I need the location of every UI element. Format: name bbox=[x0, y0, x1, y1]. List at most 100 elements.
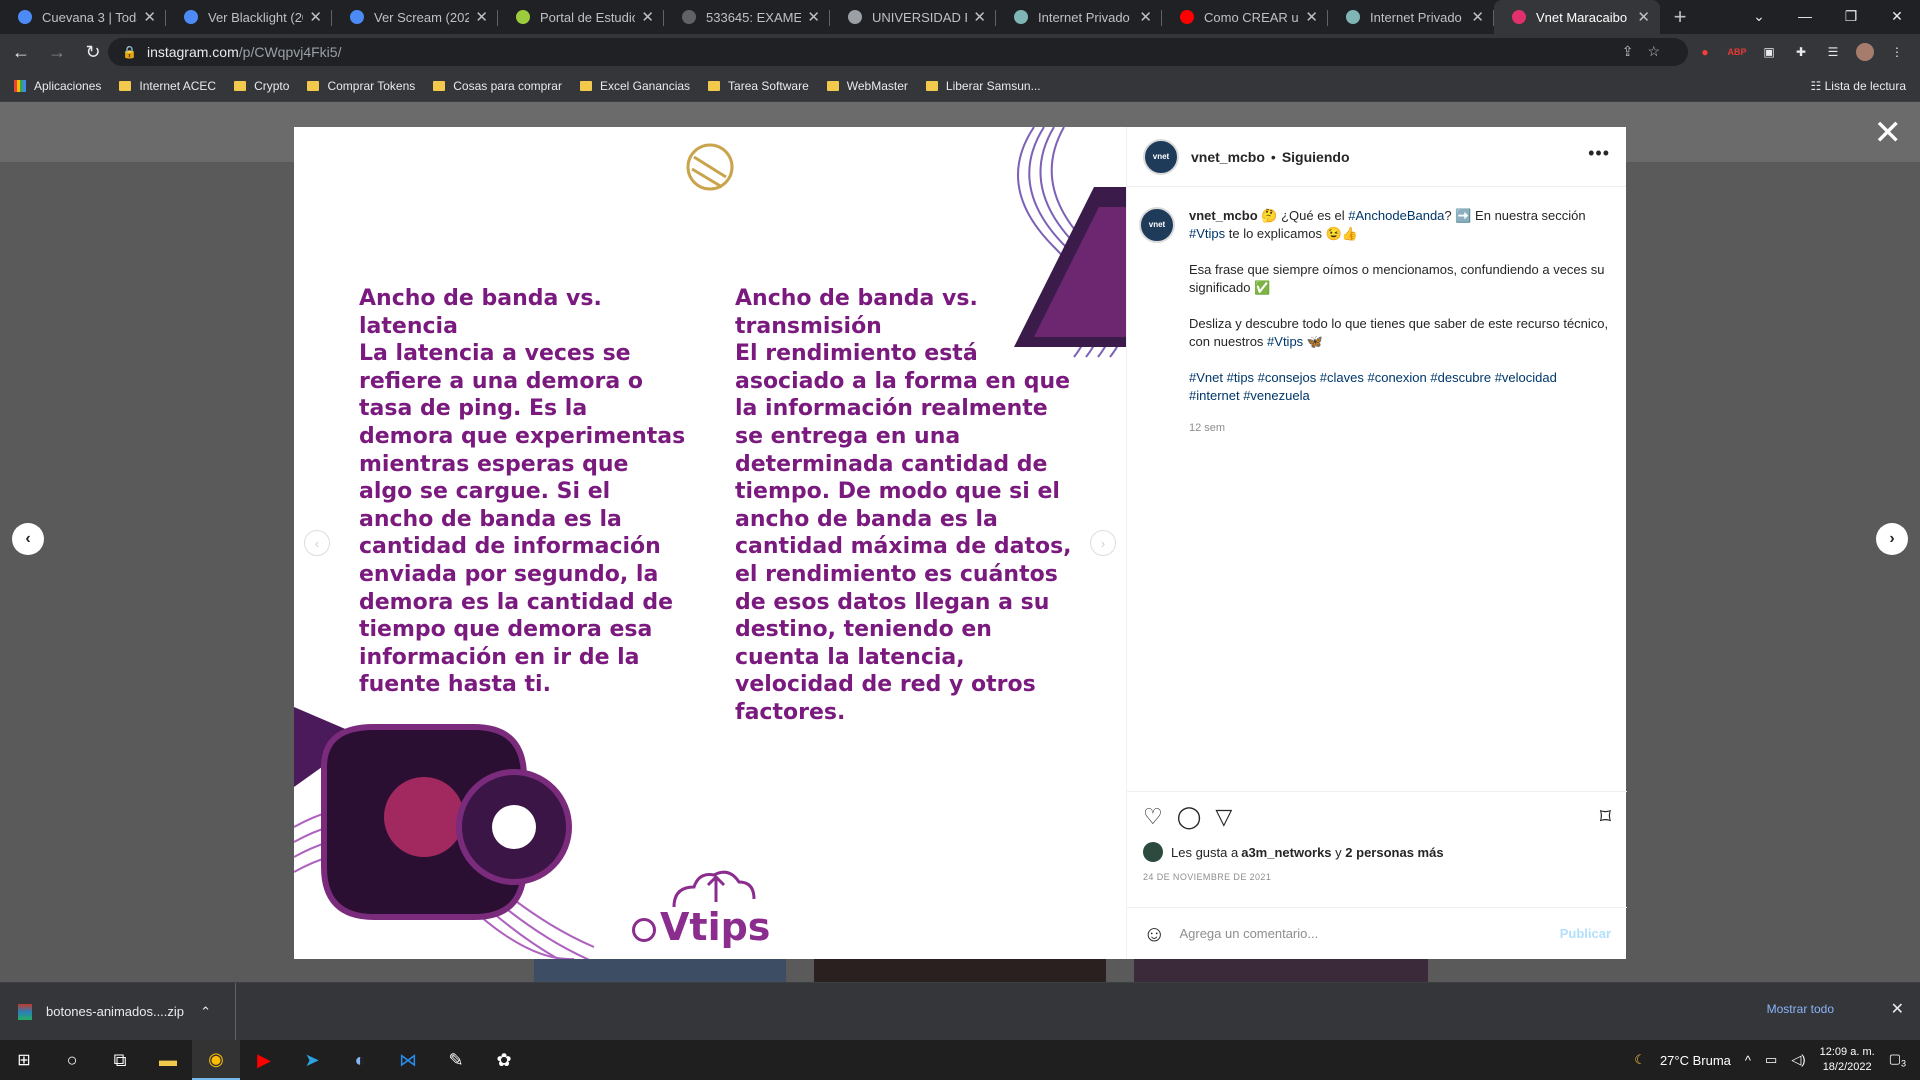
extension-gray-icon[interactable]: ▣ bbox=[1760, 43, 1778, 61]
paint-app-icon[interactable]: ✿ bbox=[480, 1040, 528, 1080]
hashtag-link[interactable]: #Vtips bbox=[1267, 334, 1303, 349]
chrome-icon[interactable]: ◉ bbox=[192, 1040, 240, 1080]
bookmark-item[interactable]: Cosas para comprar bbox=[433, 79, 562, 93]
hashtag-list[interactable]: #Vnet #tips #consejos #claves #conexion … bbox=[1189, 369, 1609, 405]
back-icon[interactable]: ← bbox=[6, 42, 36, 63]
bookmark-item[interactable]: Internet ACEC bbox=[119, 79, 216, 93]
browser-tab[interactable]: Vnet Maracaibo (@ ✕ bbox=[1494, 0, 1660, 34]
liker-username[interactable]: a3m_networks bbox=[1241, 845, 1331, 860]
browser-tab[interactable]: Cuevana 3 | Todas ✕ bbox=[0, 0, 166, 34]
pen-app-icon[interactable]: ✎ bbox=[432, 1040, 480, 1080]
emoji-icon[interactable]: ☺ bbox=[1143, 921, 1165, 947]
windows-start-icon[interactable]: ⊞ bbox=[0, 1040, 48, 1080]
show-all-link[interactable]: Mostrar todo bbox=[1767, 1002, 1834, 1016]
minimize-button[interactable]: — bbox=[1782, 0, 1828, 32]
avatar[interactable]: vnet bbox=[1143, 138, 1179, 175]
bookmark-item[interactable]: WebMaster bbox=[826, 79, 908, 93]
caption-paragraph: Esa frase que siempre oímos o mencionamo… bbox=[1189, 262, 1605, 295]
browser-tab[interactable]: Como CREAR un F ✕ bbox=[1162, 0, 1328, 34]
clock[interactable]: 12:09 a. m. 18/2/2022 bbox=[1820, 1045, 1875, 1075]
following-button[interactable]: Siguiendo bbox=[1282, 149, 1350, 165]
folder-icon bbox=[433, 80, 446, 91]
youtube-app-icon[interactable]: ▶ bbox=[240, 1040, 288, 1080]
notifications-icon[interactable]: ▢3 bbox=[1889, 1051, 1906, 1069]
browser-tab[interactable]: Internet Privado - / ✕ bbox=[1328, 0, 1494, 34]
chevron-up-icon[interactable]: ⌃ bbox=[200, 1004, 211, 1020]
close-download-bar-icon[interactable]: ✕ bbox=[1891, 999, 1904, 1019]
browser-tab[interactable]: Ver Scream (2022) ✕ bbox=[332, 0, 498, 34]
liker-avatar[interactable] bbox=[1143, 842, 1163, 862]
more-options-icon[interactable]: ••• bbox=[1588, 143, 1610, 164]
bookmark-item[interactable]: Tarea Software bbox=[708, 79, 809, 93]
hashtag-link[interactable]: #Vtips bbox=[1189, 226, 1225, 241]
tab-close-icon[interactable]: ✕ bbox=[143, 8, 156, 26]
extension-red-icon[interactable]: ● bbox=[1696, 43, 1714, 61]
caption-avatar[interactable]: vnet bbox=[1139, 207, 1175, 243]
bookmark-item[interactable]: Excel Ganancias bbox=[579, 79, 690, 93]
hashtag-link[interactable]: #AnchodeBanda bbox=[1348, 208, 1444, 223]
previous-post-arrow-icon[interactable]: ‹ bbox=[12, 523, 44, 555]
close-icon[interactable]: ✕ bbox=[1874, 116, 1903, 150]
post-caption: vnet vnet_mcbo 🤔 ¿Qué es el #AnchodeBand… bbox=[1139, 207, 1609, 437]
bookmark-item[interactable]: Crypto bbox=[234, 79, 289, 93]
post-age[interactable]: 12 sem bbox=[1189, 419, 1609, 437]
profile-avatar[interactable] bbox=[1856, 43, 1874, 61]
comment-input[interactable]: Agrega un comentario... bbox=[1179, 926, 1318, 941]
forward-icon[interactable]: → bbox=[42, 42, 72, 63]
browser-tab[interactable]: Portal de Estudios ✕ bbox=[498, 0, 664, 34]
tab-close-icon[interactable]: ✕ bbox=[1305, 8, 1318, 26]
bookmark-item[interactable]: Comprar Tokens bbox=[307, 79, 415, 93]
tab-close-icon[interactable]: ✕ bbox=[309, 8, 322, 26]
network-icon[interactable]: ▭ bbox=[1765, 1052, 1777, 1068]
tab-close-icon[interactable]: ✕ bbox=[475, 8, 488, 26]
save-bookmark-icon[interactable]: ⌑ bbox=[1600, 804, 1611, 830]
tab-title: Ver Blacklight (202 bbox=[208, 9, 303, 25]
file-explorer-icon[interactable]: ▬ bbox=[144, 1040, 192, 1080]
weather-text[interactable]: 27°C Bruma bbox=[1660, 1053, 1731, 1068]
browser-tab[interactable]: Ver Blacklight (202 ✕ bbox=[166, 0, 332, 34]
reading-list-button[interactable]: ☷ Lista de lectura bbox=[1811, 79, 1906, 93]
task-view-icon[interactable]: ⧉ bbox=[96, 1040, 144, 1080]
browser-app-icon[interactable]: ◐ bbox=[336, 1040, 384, 1080]
apps-shortcut[interactable]: Aplicaciones bbox=[14, 79, 101, 93]
share-icon[interactable]: ▽ bbox=[1215, 804, 1232, 830]
share-and-bookmark-icons[interactable]: ⇪☆ bbox=[1622, 43, 1674, 60]
reload-icon[interactable]: ↻ bbox=[78, 42, 108, 63]
username-link[interactable]: vnet_mcbo bbox=[1191, 149, 1265, 165]
comment-icon[interactable]: ◯ bbox=[1177, 804, 1202, 830]
search-icon[interactable]: ○ bbox=[48, 1040, 96, 1080]
address-bar[interactable]: 🔒 instagram.com/p/CWqpvj4Fki5/ ⇪☆ bbox=[108, 38, 1688, 66]
restore-button[interactable]: ❐ bbox=[1828, 0, 1874, 32]
tab-close-icon[interactable]: ✕ bbox=[641, 8, 654, 26]
tab-close-icon[interactable]: ✕ bbox=[1471, 8, 1484, 26]
slide-next-icon[interactable]: › bbox=[1090, 530, 1116, 556]
slide-prev-icon[interactable]: ‹ bbox=[304, 530, 330, 556]
adblock-icon[interactable]: ABP bbox=[1728, 43, 1747, 61]
tab-close-icon[interactable]: ✕ bbox=[1139, 8, 1152, 26]
browser-tab[interactable]: UNIVERSIDAD RAF ✕ bbox=[830, 0, 996, 34]
tab-close-icon[interactable]: ✕ bbox=[1637, 8, 1650, 26]
tray-chevron-icon[interactable]: ^ bbox=[1745, 1053, 1751, 1068]
tab-close-icon[interactable]: ✕ bbox=[973, 8, 986, 26]
tab-close-icon[interactable]: ✕ bbox=[807, 8, 820, 26]
menu-icon[interactable]: ⋮ bbox=[1888, 43, 1906, 61]
media-icon[interactable]: ☰ bbox=[1824, 43, 1842, 61]
browser-tab[interactable]: Internet Privado - / ✕ bbox=[996, 0, 1162, 34]
vscode-icon[interactable]: ⋈ bbox=[384, 1040, 432, 1080]
tab-search-icon[interactable]: ⌄ bbox=[1736, 0, 1782, 32]
next-post-arrow-icon[interactable]: › bbox=[1876, 523, 1908, 555]
bookmark-item[interactable]: Liberar Samsun... bbox=[925, 79, 1041, 93]
heart-icon[interactable]: ♡ bbox=[1143, 804, 1163, 830]
close-window-button[interactable]: ✕ bbox=[1874, 0, 1920, 32]
vtips-logo: Vtips bbox=[632, 905, 770, 949]
download-item[interactable]: botones-animados....zip ⌃ bbox=[0, 982, 236, 1041]
volume-icon[interactable]: ◁) bbox=[1791, 1052, 1805, 1068]
telegram-icon[interactable]: ➤ bbox=[288, 1040, 336, 1080]
new-tab-button[interactable]: + bbox=[1660, 0, 1700, 34]
browser-tab[interactable]: 533645: EXAMEN F ✕ bbox=[664, 0, 830, 34]
other-likes-link[interactable]: 2 personas más bbox=[1345, 845, 1443, 860]
publish-button[interactable]: Publicar bbox=[1560, 926, 1611, 941]
caption-username[interactable]: vnet_mcbo bbox=[1189, 208, 1258, 223]
puzzle-icon[interactable]: ✚ bbox=[1792, 43, 1810, 61]
bookmark-label: Tarea Software bbox=[728, 78, 809, 93]
